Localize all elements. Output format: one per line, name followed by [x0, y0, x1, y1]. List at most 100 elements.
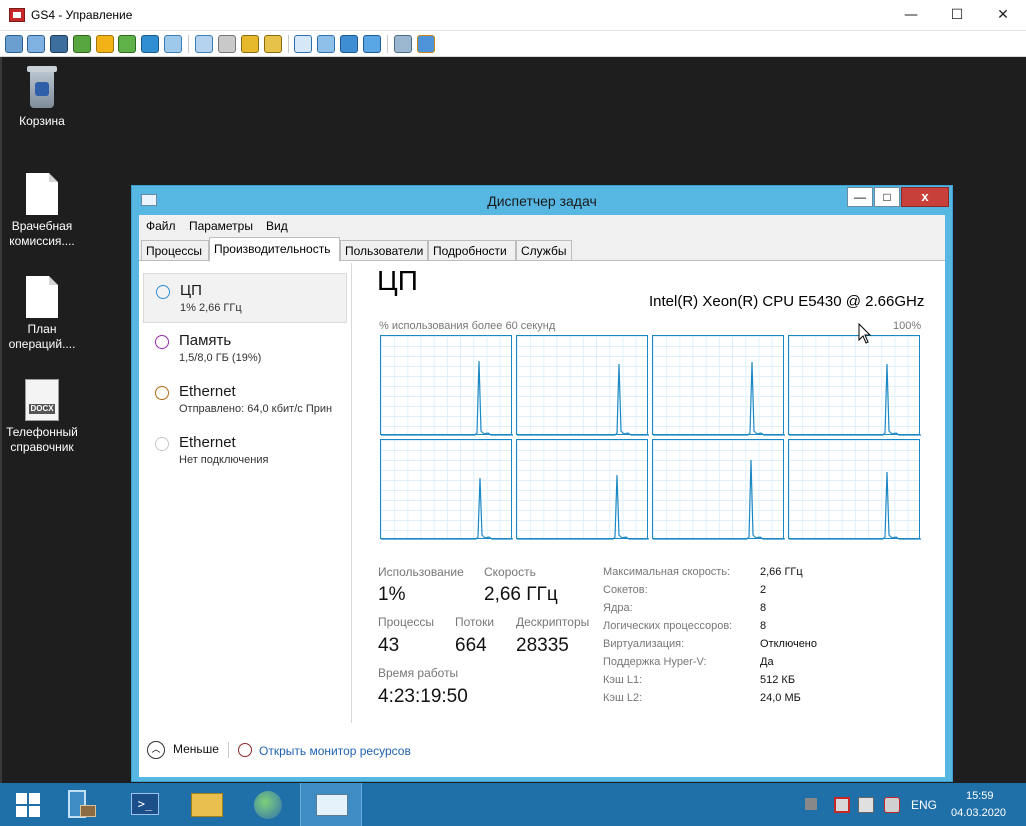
taskbar-task-manager[interactable]: [300, 783, 362, 826]
toolbar-separator: [387, 35, 388, 53]
sidebar-item-sub: Отправлено: 64,0 кбит/с Прин: [179, 403, 333, 415]
document-icon: [26, 276, 58, 318]
sidebar-item-cpu[interactable]: ЦП 1% 2,66 ГГц: [143, 273, 347, 323]
menu-view[interactable]: Вид: [266, 219, 288, 233]
sidebar-divider[interactable]: [351, 263, 352, 723]
detail-value: 2,66 ГГц: [760, 566, 803, 578]
desktop-icon-phonebook[interactable]: DOCX Телефонный справочник: [3, 379, 81, 455]
docx-icon: DOCX: [25, 379, 59, 421]
outer-minimize-button[interactable]: —: [888, 0, 934, 31]
toolbar-separator: [288, 35, 289, 53]
clock-time[interactable]: 15:59: [966, 790, 994, 802]
detail-key: Поддержка Hyper-V:: [603, 656, 707, 668]
ethernet-indicator-icon: [155, 437, 169, 451]
desktop-icon-operations-plan[interactable]: План операций....: [3, 276, 81, 352]
outer-maximize-button[interactable]: ☐: [934, 0, 980, 31]
taskbar-server-manager[interactable]: [52, 783, 114, 826]
tm-close-button[interactable]: x: [901, 187, 949, 207]
sidebar-item-sub: 1% 2,66 ГГц: [180, 302, 242, 314]
phone-icon[interactable]: [141, 35, 159, 53]
cpu-usage-line: [381, 477, 513, 540]
folder-icon: [191, 793, 223, 817]
tray-security-icon[interactable]: [834, 797, 850, 813]
footer-separator: [228, 742, 229, 758]
window-icon[interactable]: [294, 35, 312, 53]
detail-value: 24,0 МБ: [760, 692, 801, 704]
lock-icon[interactable]: [241, 35, 259, 53]
network-icon[interactable]: [218, 35, 236, 53]
task-manager-titlebar: Диспетчер задач — □ x: [132, 186, 952, 214]
outer-toolbar: [0, 31, 1026, 57]
mouse-cursor-icon: [858, 323, 872, 344]
handles-value: 28335: [516, 635, 569, 656]
open-resource-monitor-link[interactable]: Открыть монитор ресурсов: [259, 744, 411, 758]
taskbar-powershell[interactable]: >_: [114, 783, 176, 826]
detail-key: Ядра:: [603, 602, 633, 614]
fit-icon[interactable]: [317, 35, 335, 53]
clock-date[interactable]: 04.03.2020: [951, 807, 1006, 819]
tray-network-icon[interactable]: [858, 797, 874, 813]
taskbar-explorer[interactable]: [176, 783, 238, 826]
detail-key: Логических процессоров:: [603, 620, 733, 632]
cpu-graph-core: [788, 335, 921, 436]
sidebar-item-label: ЦП: [180, 282, 202, 299]
sidebar-item-ethernet-1[interactable]: Ethernet Отправлено: 64,0 кбит/с Прин: [143, 375, 347, 425]
cpu-graph-core: [380, 335, 513, 436]
menu-file[interactable]: Файл: [146, 219, 176, 233]
uptime-label: Время работы: [378, 666, 459, 680]
tab-users[interactable]: Пользователи: [340, 240, 428, 261]
speed-label: Скорость: [484, 565, 536, 579]
desktop-icon-label: Корзина: [19, 114, 65, 128]
power-icon[interactable]: [96, 35, 114, 53]
speed-value: 2,66 ГГц: [484, 584, 558, 605]
tab-details[interactable]: Подробности: [428, 240, 516, 261]
fewer-details-button[interactable]: Меньше: [173, 742, 219, 756]
processes-value: 43: [378, 635, 400, 656]
cpu-graph-core: [380, 439, 513, 540]
detail-key: Сокетов:: [603, 584, 648, 596]
lock-open-icon[interactable]: [264, 35, 282, 53]
task-manager-window: Диспетчер задач — □ x Файл Параметры Вид…: [131, 185, 953, 782]
sidebar-item-sub: Нет подключения: [179, 454, 269, 466]
desktop-icon-recycle-bin[interactable]: Корзина: [3, 64, 81, 129]
desktop-icon-commission[interactable]: Врачебная комиссия....: [3, 173, 81, 249]
scale-icon[interactable]: [340, 35, 358, 53]
graph-max-label: 100%: [893, 320, 922, 332]
threads-label: Потоки: [455, 615, 495, 629]
cpu-usage-line: [381, 360, 513, 436]
sidebar-item-memory[interactable]: Память 1,5/8,0 ГБ (19%): [143, 324, 347, 374]
globe-icon: [254, 791, 282, 819]
cpu-usage-line: [517, 474, 649, 540]
upload-icon[interactable]: [195, 35, 213, 53]
display-icon[interactable]: [5, 35, 23, 53]
tray-box-icon[interactable]: [805, 798, 817, 810]
cpu-graph-core: [516, 439, 649, 540]
menu-options[interactable]: Параметры: [189, 219, 253, 233]
detail-value: 8: [760, 620, 767, 632]
cpu-graphs: [380, 335, 921, 540]
tab-services[interactable]: Службы: [516, 240, 572, 261]
tab-performance[interactable]: Производительность: [209, 237, 340, 262]
windows-icon[interactable]: [394, 35, 412, 53]
taskbar-network[interactable]: [238, 783, 300, 826]
detail-value: 2: [760, 584, 767, 596]
tools-icon[interactable]: [417, 35, 435, 53]
tab-processes[interactable]: Процессы: [141, 240, 209, 261]
outer-close-button[interactable]: ✕: [980, 0, 1026, 31]
sidebar-item-ethernet-2[interactable]: Ethernet Нет подключения: [143, 426, 347, 476]
start-button[interactable]: [2, 783, 52, 826]
fullscreen-icon[interactable]: [27, 35, 45, 53]
cpu-graph-core: [516, 335, 649, 436]
tm-minimize-button[interactable]: —: [847, 187, 873, 207]
tray-volume-icon[interactable]: [884, 797, 900, 813]
chevron-up-icon[interactable]: ︿: [147, 741, 165, 759]
language-indicator[interactable]: ENG: [911, 798, 937, 812]
chat-icon[interactable]: [118, 35, 136, 53]
cpu-heading: ЦП: [377, 265, 418, 296]
zoom-icon[interactable]: [363, 35, 381, 53]
message-icon[interactable]: [164, 35, 182, 53]
console-icon[interactable]: [50, 35, 68, 53]
sync-icon[interactable]: [73, 35, 91, 53]
desktop-icon-label: Врачебная комиссия....: [9, 219, 75, 248]
tm-maximize-button[interactable]: □: [874, 187, 900, 207]
